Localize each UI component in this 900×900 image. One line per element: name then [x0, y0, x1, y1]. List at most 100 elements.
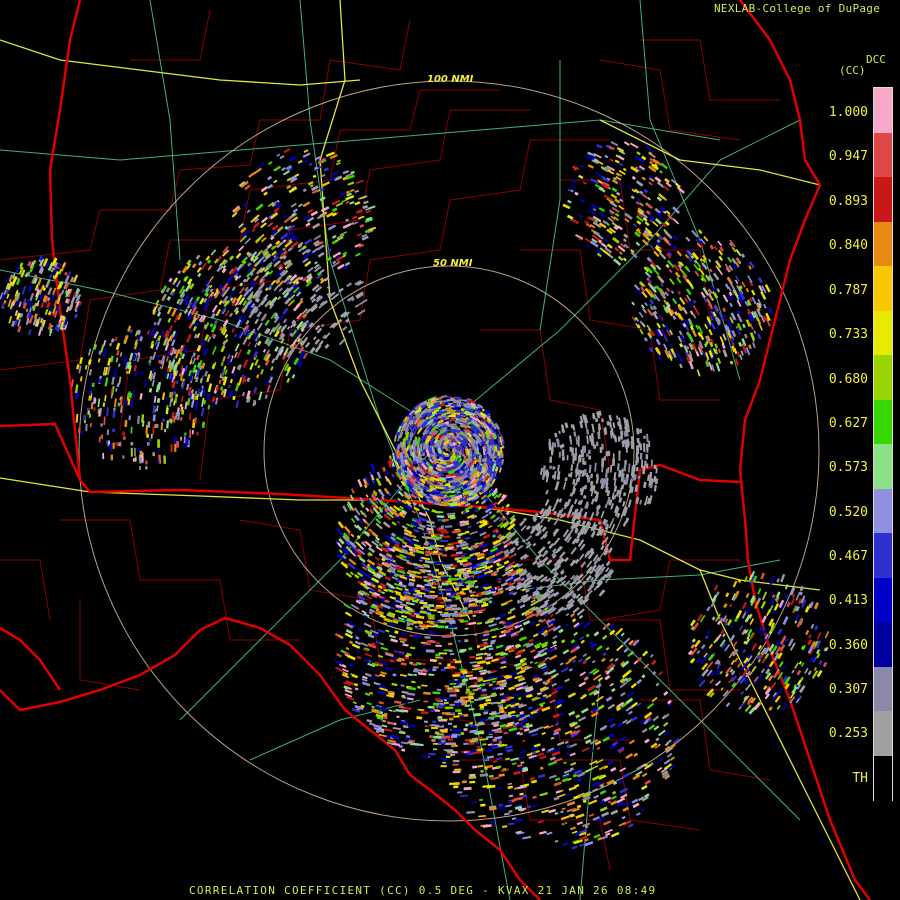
radar-return — [495, 456, 500, 466]
radar-return — [422, 452, 425, 457]
radar-return — [114, 336, 118, 342]
radar-return — [227, 384, 231, 389]
radar-return — [460, 702, 468, 706]
radar-return — [514, 818, 523, 823]
radar-return — [490, 438, 496, 446]
radar-return — [211, 401, 215, 408]
radar-return — [489, 820, 496, 824]
radar-return — [468, 708, 475, 711]
radar-return — [173, 348, 178, 355]
radar-return — [408, 686, 416, 691]
radar-return — [103, 416, 106, 426]
radar-return — [457, 478, 463, 483]
radar-return — [203, 324, 208, 329]
radar-return — [239, 282, 244, 287]
radar-return — [148, 387, 153, 393]
radar-return — [469, 605, 475, 610]
radar-return — [443, 457, 448, 461]
radar-return — [377, 588, 382, 593]
radar-return — [672, 244, 678, 250]
radar-return — [111, 376, 115, 385]
radar-return — [166, 296, 172, 301]
radar-return — [536, 692, 541, 696]
radar-return — [417, 743, 424, 747]
radar-return — [521, 657, 527, 662]
radar-return — [458, 568, 467, 572]
radar-return — [467, 571, 472, 575]
radar-return — [486, 653, 492, 657]
radar-return — [90, 401, 94, 410]
radar-return — [397, 434, 401, 442]
radar-return — [482, 462, 487, 468]
radar-return — [382, 715, 388, 720]
radar-return — [591, 701, 596, 706]
radar-return — [563, 761, 567, 765]
radar-return — [417, 563, 423, 568]
radar-return — [515, 803, 523, 807]
radar-return — [519, 792, 524, 796]
radar-return — [467, 567, 472, 571]
radar-return — [401, 694, 406, 698]
radar-return — [491, 728, 500, 732]
radar-return — [381, 557, 386, 562]
radar-return — [519, 732, 524, 736]
radar-return — [460, 670, 468, 673]
radar-return — [479, 773, 489, 777]
radar-return — [474, 723, 480, 727]
radar-return — [485, 748, 493, 753]
radar-return — [523, 728, 530, 732]
radar-return — [473, 713, 482, 717]
radar-return — [414, 566, 419, 570]
radar-return — [458, 559, 468, 563]
radar-return — [253, 386, 258, 393]
radar-return — [441, 416, 446, 421]
radar-return — [464, 536, 471, 540]
radar-return — [106, 407, 109, 417]
radar-return — [491, 721, 500, 726]
radar-return — [157, 359, 162, 364]
radar-return — [392, 619, 399, 625]
radar-return — [180, 377, 183, 382]
radar-return — [470, 594, 475, 597]
radar-return — [222, 340, 227, 346]
radar-return — [468, 589, 473, 593]
radar-return — [445, 407, 453, 410]
radar-return — [486, 755, 494, 759]
radar-return — [84, 365, 88, 370]
radar-return — [482, 743, 487, 746]
radar-return — [651, 670, 657, 676]
radar-return — [562, 842, 569, 847]
radar-return — [469, 597, 475, 601]
radar-return — [468, 621, 477, 626]
radar-return — [436, 528, 444, 532]
radar-return — [467, 742, 475, 746]
radar-return — [403, 725, 409, 729]
radar-return — [483, 670, 491, 674]
radar-return — [487, 656, 494, 660]
radar-return — [421, 413, 426, 418]
radar-return — [501, 684, 507, 688]
radar-return — [364, 484, 368, 489]
radar-return — [74, 384, 79, 394]
radar-return — [473, 633, 478, 636]
radar-return — [399, 595, 407, 600]
radar-return — [477, 443, 481, 450]
radar-return — [457, 556, 462, 560]
radar-return — [476, 463, 481, 469]
radar-return — [463, 786, 472, 791]
radar-return — [519, 714, 525, 719]
radar-return — [572, 773, 578, 778]
radar-return — [118, 363, 121, 367]
radar-return — [404, 654, 409, 658]
radar-return — [570, 639, 576, 644]
radar-return — [436, 515, 445, 518]
radar-return — [452, 529, 462, 534]
radar-return — [470, 801, 477, 804]
radar-return — [409, 416, 414, 421]
radar-return — [98, 410, 101, 417]
radar-return — [499, 706, 504, 710]
radar-return — [155, 303, 159, 308]
radar-return — [403, 589, 409, 594]
radar-return — [470, 603, 478, 607]
radar-return — [569, 767, 574, 771]
